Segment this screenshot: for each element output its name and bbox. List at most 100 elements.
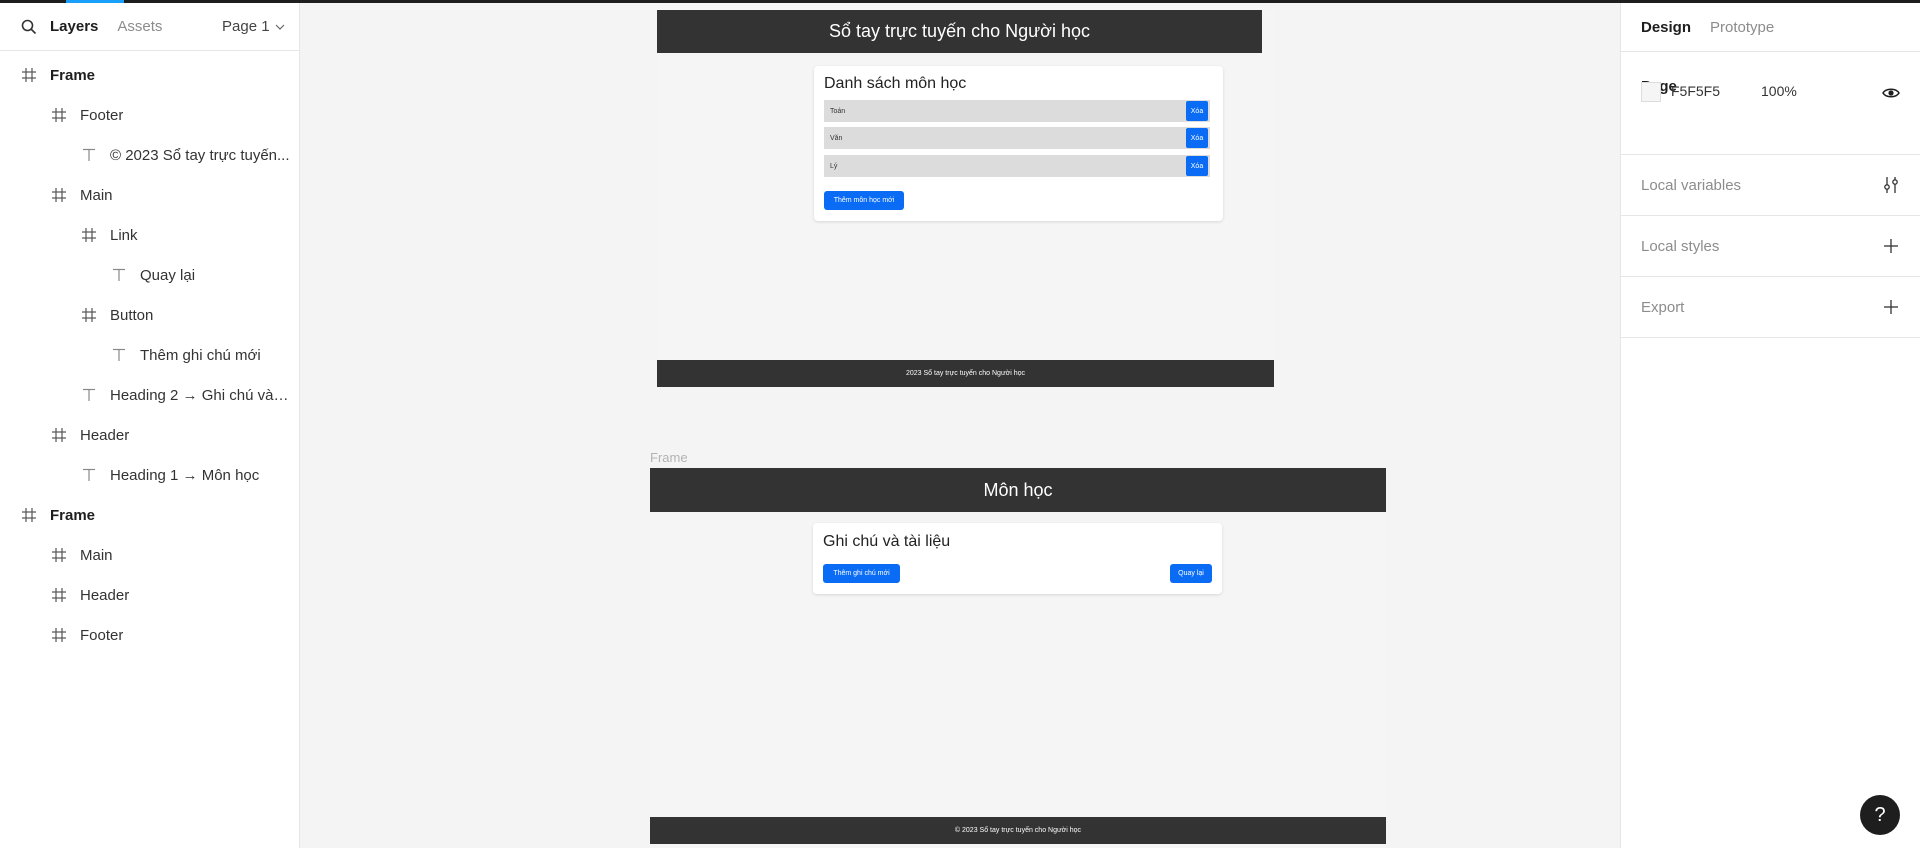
layer-item[interactable]: Main: [0, 535, 300, 575]
page-color-hex[interactable]: F5F5F5: [1671, 83, 1720, 99]
text-icon: [80, 386, 98, 404]
frame-icon: [20, 506, 38, 524]
layer-label: Button: [110, 306, 154, 324]
page-select[interactable]: Page 1: [222, 18, 285, 35]
text-icon: [110, 346, 128, 364]
layer-label: Quay lại: [140, 266, 196, 284]
layer-item[interactable]: Button: [0, 295, 300, 335]
right-panel-tabs: Design Prototype: [1621, 3, 1920, 52]
layers-panel: Layers Assets Page 1 Frame Footer © 2023 S…: [0, 3, 300, 848]
text-icon: [110, 266, 128, 284]
layer-item[interactable]: Header: [0, 575, 300, 615]
subject-list-title: Danh sách môn học: [824, 75, 967, 92]
frame2-footer[interactable]: © 2023 Sổ tay trực tuyến cho Người học: [650, 817, 1386, 844]
frame2-footer-text: © 2023 Sổ tay trực tuyến cho Người học: [954, 827, 1082, 834]
frame-subject-list[interactable]: Sổ tay trực tuyến cho Người học Danh sác…: [657, 10, 1275, 387]
frame-icon: [80, 226, 98, 244]
layer-label: Heading 1 → Môn học: [110, 466, 260, 484]
frame-icon: [80, 306, 98, 324]
text-icon: [80, 146, 98, 164]
design-canvas[interactable]: Sổ tay trực tuyến cho Người học Danh sác…: [301, 3, 1620, 848]
layer-label: Frame: [50, 66, 96, 84]
back-button[interactable]: Quay lại: [1170, 564, 1212, 583]
search-icon[interactable]: [20, 18, 38, 36]
layer-label: Thêm ghi chú mới: [140, 346, 261, 364]
design-panel: Design Prototype Page F5F5F5 100% Local …: [1620, 3, 1920, 848]
frame1-footer[interactable]: 2023 Sổ tay trực tuyến cho Người học: [657, 360, 1274, 387]
frame2-label[interactable]: Frame: [650, 450, 688, 465]
page-color-swatch[interactable]: [1641, 82, 1661, 102]
subject-row[interactable]: Toán Xóa: [824, 100, 1210, 122]
layer-label: Main: [80, 186, 113, 204]
frame-icon: [50, 426, 68, 444]
layer-item[interactable]: Heading 2 → Ghi chú và t...: [0, 375, 300, 415]
layer-item[interactable]: Quay lại: [0, 255, 300, 295]
local-variables-title: Local variables: [1641, 177, 1742, 194]
add-note-button[interactable]: Thêm ghi chú mới: [823, 564, 900, 583]
layer-item[interactable]: Thêm ghi chú mới: [0, 335, 300, 375]
layer-label: Link: [110, 226, 138, 244]
frame2-header[interactable]: Môn học: [650, 468, 1386, 512]
add-export-icon[interactable]: [1881, 297, 1901, 317]
frame-icon: [50, 546, 68, 564]
add-subject-button[interactable]: Thêm môn học mới: [824, 191, 904, 210]
layer-item[interactable]: Header: [0, 415, 300, 455]
subject-name: Văn: [830, 134, 843, 142]
frame1-footer-text: 2023 Sổ tay trực tuyến cho Người học: [905, 370, 1026, 377]
frame2-header-title: Môn học: [983, 479, 1053, 500]
layer-item[interactable]: Footer: [0, 615, 300, 655]
subject-name: Toán: [830, 107, 846, 115]
local-styles-title: Local styles: [1641, 238, 1720, 255]
subject-row[interactable]: Lý Xóa: [824, 155, 1210, 177]
add-style-icon[interactable]: [1881, 236, 1901, 256]
variables-settings-icon[interactable]: [1881, 175, 1901, 195]
left-panel-tabs: Layers Assets Page 1: [0, 3, 299, 51]
text-icon: [80, 466, 98, 484]
help-button-label: ?: [1874, 803, 1886, 826]
layer-label: Footer: [80, 106, 124, 124]
layer-item[interactable]: © 2023 Sổ tay trực tuyến...: [0, 135, 300, 175]
tab-assets[interactable]: Assets: [117, 18, 162, 35]
frame-icon: [50, 586, 68, 604]
frame-icon: [50, 186, 68, 204]
tab-prototype[interactable]: Prototype: [1710, 19, 1774, 36]
layer-item[interactable]: Frame: [0, 55, 300, 95]
layer-item[interactable]: Footer: [0, 95, 300, 135]
delete-button[interactable]: Xóa: [1186, 128, 1208, 148]
eye-icon[interactable]: [1881, 83, 1901, 103]
frame-icon: [50, 106, 68, 124]
layer-label: Footer: [80, 626, 124, 644]
page-select-label: Page 1: [222, 18, 270, 35]
frame-subject-detail[interactable]: Môn học Ghi chú và tài liệu Thêm ghi chú…: [650, 468, 1386, 848]
layer-label: Heading 2 → Ghi chú và t...: [110, 386, 290, 404]
layer-label: Header: [80, 586, 130, 604]
frame1-header-title: Sổ tay trực tuyến cho Người học: [828, 21, 1091, 41]
help-button[interactable]: ?: [1860, 795, 1900, 835]
layer-label: Frame: [50, 506, 96, 524]
notes-card[interactable]: Ghi chú và tài liệu Thêm ghi chú mới Qua…: [813, 523, 1222, 594]
subject-list-card[interactable]: Danh sách môn học Toán Xóa Văn Xóa Lý Xó…: [814, 66, 1223, 221]
subject-row[interactable]: Văn Xóa: [824, 127, 1210, 149]
layer-label: Header: [80, 426, 130, 444]
local-variables-section[interactable]: Local variables: [1621, 155, 1920, 216]
layer-item[interactable]: Link: [0, 215, 300, 255]
layer-item[interactable]: Frame: [0, 495, 300, 535]
page-opacity[interactable]: 100%: [1761, 83, 1797, 99]
frame-icon: [50, 626, 68, 644]
delete-button[interactable]: Xóa: [1186, 101, 1208, 121]
export-section[interactable]: Export: [1621, 277, 1920, 338]
notes-title: Ghi chú và tài liệu: [823, 533, 951, 550]
export-title: Export: [1641, 299, 1685, 316]
tab-layers[interactable]: Layers: [50, 18, 98, 35]
layer-label: © 2023 Sổ tay trực tuyến...: [110, 146, 290, 164]
layer-item[interactable]: Main: [0, 175, 300, 215]
frame-icon: [20, 66, 38, 84]
frame1-header[interactable]: Sổ tay trực tuyến cho Người học: [657, 10, 1262, 53]
tab-design[interactable]: Design: [1641, 19, 1691, 36]
local-styles-section[interactable]: Local styles: [1621, 216, 1920, 277]
layer-item[interactable]: Heading 1 → Môn học: [0, 455, 300, 495]
subject-name: Lý: [830, 162, 838, 170]
layer-label: Main: [80, 546, 113, 564]
page-section: Page: [1621, 52, 1920, 155]
delete-button[interactable]: Xóa: [1186, 156, 1208, 176]
